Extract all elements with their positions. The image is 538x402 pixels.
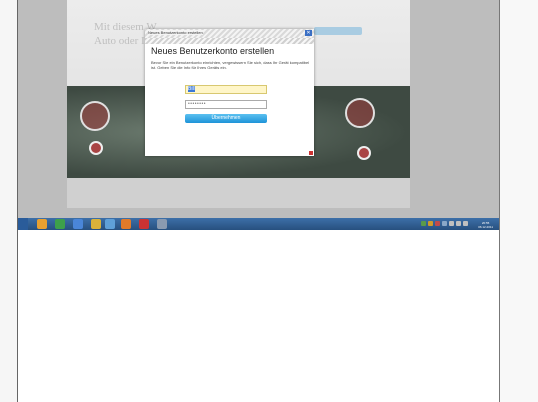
taskbar-app-icon[interactable] <box>73 219 83 229</box>
name-field-value: Bill <box>188 86 195 92</box>
map-marker-icon <box>357 146 371 160</box>
volume-icon[interactable] <box>456 221 461 226</box>
taskbar-explorer-icon[interactable] <box>37 219 47 229</box>
taskbar-app-icon[interactable] <box>157 219 167 229</box>
left-margin <box>0 0 17 402</box>
header-button[interactable] <box>314 27 362 35</box>
name-field[interactable]: Bill <box>185 85 267 94</box>
password-field[interactable]: •••••••• <box>185 100 267 109</box>
tray-icon[interactable] <box>428 221 433 226</box>
start-button-icon[interactable] <box>17 218 28 230</box>
frame-border-left <box>17 0 18 402</box>
tray-icon[interactable] <box>421 221 426 226</box>
windows-taskbar: 20:55 06.12.2011 <box>17 218 500 230</box>
taskbar-app-icon[interactable] <box>91 219 101 229</box>
taskbar-app-icon[interactable] <box>105 219 115 229</box>
dialog-titlebar-text: Neues Benutzerkonto erstellen <box>148 30 203 35</box>
taskbar-firefox-icon[interactable] <box>121 219 131 229</box>
dialog-titlebar[interactable]: Neues Benutzerkonto erstellen ✕ <box>145 29 314 38</box>
screenshot-frame: Mit diesem W Auto oder Ihr Neues Benutze… <box>0 0 538 402</box>
resize-grip-icon[interactable] <box>309 151 313 155</box>
right-margin <box>500 0 538 402</box>
taskbar-app-icon[interactable] <box>55 219 65 229</box>
map-pin-right-icon <box>345 98 375 128</box>
tray-icon[interactable] <box>442 221 447 226</box>
system-tray: 20:55 06.12.2011 <box>421 220 496 229</box>
map-pin-left-icon <box>80 101 110 131</box>
frame-border-right <box>499 0 500 402</box>
close-icon[interactable]: ✕ <box>305 30 312 36</box>
dialog-stripe-band <box>145 38 314 44</box>
network-icon[interactable] <box>463 221 468 226</box>
tray-icon[interactable] <box>449 221 454 226</box>
submit-button[interactable]: Übernehmen <box>185 114 267 123</box>
taskbar-acrobat-icon[interactable] <box>139 219 149 229</box>
create-account-dialog: Neues Benutzerkonto erstellen ✕ Neues Be… <box>145 29 314 156</box>
dialog-heading: Neues Benutzerkonto erstellen <box>151 46 275 56</box>
map-marker-icon <box>89 141 103 155</box>
taskbar-clock[interactable]: 20:55 06.12.2011 <box>478 221 493 229</box>
desktop-screen: Mit diesem W Auto oder Ihr Neues Benutze… <box>17 0 500 218</box>
background-footer <box>67 178 410 208</box>
dialog-description: Bevor Sie ein Benutzerkonto einrichten, … <box>151 60 310 70</box>
tray-icon[interactable] <box>435 221 440 226</box>
clock-date: 06.12.2011 <box>478 225 493 229</box>
